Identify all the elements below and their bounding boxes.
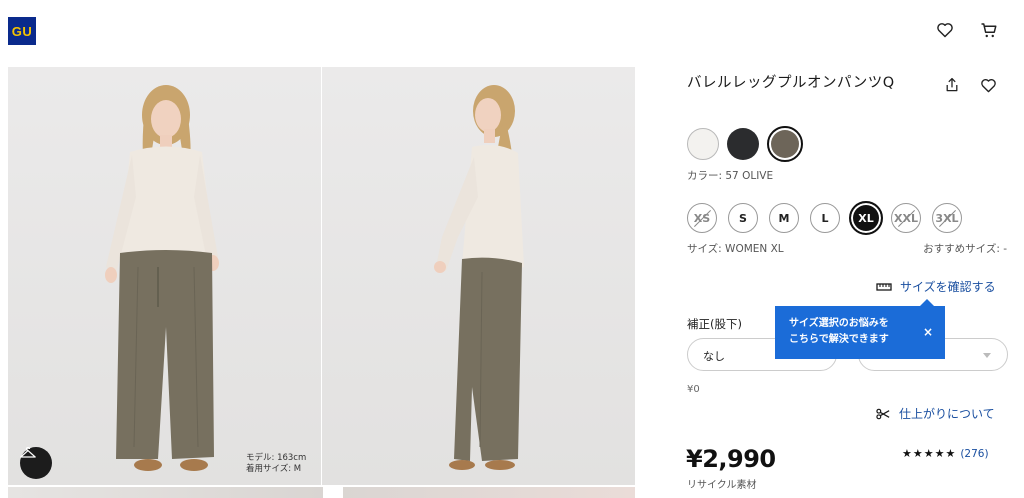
product-gallery[interactable]: モデル: 163cm 着用サイズ: M xyxy=(8,67,635,485)
hem-adjust-price: ¥0 xyxy=(687,384,700,395)
color-label: カラー: 57 OLIVE xyxy=(687,170,774,182)
color-swatch-black[interactable] xyxy=(727,128,759,160)
share-icon[interactable] xyxy=(942,75,962,95)
ruler-icon xyxy=(876,282,892,291)
heart-icon[interactable] xyxy=(934,19,956,41)
hanger-icon[interactable] xyxy=(20,447,52,479)
model-caption: モデル: 163cm 着用サイズ: M xyxy=(246,453,307,474)
favorite-icon[interactable] xyxy=(978,75,998,95)
finish-info-link[interactable]: 仕上がりについて xyxy=(876,405,995,422)
rating[interactable]: ★★★★★ (276) xyxy=(902,447,989,460)
scissors-icon xyxy=(876,408,890,419)
product-photo-front: モデル: 163cm 着用サイズ: M xyxy=(8,67,321,485)
size-option-xxl[interactable]: XXL xyxy=(891,203,921,233)
review-count[interactable]: (276) xyxy=(960,448,988,460)
gallery-next-row xyxy=(8,487,635,498)
cart-icon[interactable] xyxy=(978,19,1000,41)
size-option-s[interactable]: S xyxy=(728,203,758,233)
close-icon[interactable]: × xyxy=(923,324,933,340)
size-help-tooltip: サイズ選択のお悩みを こちらで解決できます × xyxy=(775,299,945,359)
size-check-link[interactable]: サイズを確認する xyxy=(876,278,996,295)
rating-stars: ★★★★★ xyxy=(902,447,957,460)
recommended-size-label: おすすめサイズ: - xyxy=(923,243,1007,255)
gu-logo[interactable]: GU xyxy=(8,17,36,45)
color-swatch-olive[interactable] xyxy=(767,126,803,162)
size-option-l[interactable]: L xyxy=(810,203,840,233)
recycle-label: リサイクル素材 xyxy=(687,480,757,491)
hem-adjust-label: 補正(股下) xyxy=(687,317,742,331)
product-photo-side xyxy=(322,67,635,485)
size-option-3xl[interactable]: 3XL xyxy=(932,203,962,233)
size-option-m[interactable]: M xyxy=(769,203,799,233)
chevron-down-icon xyxy=(983,353,991,358)
size-option-xl[interactable]: XL xyxy=(849,201,883,235)
color-swatch-white[interactable] xyxy=(687,128,719,160)
product-price: ¥2,990 xyxy=(686,445,776,473)
size-label: サイズ: WOMEN XL xyxy=(687,243,784,255)
size-option-xs[interactable]: XS xyxy=(687,203,717,233)
product-title: バレルレッグプルオンパンツQ xyxy=(687,75,895,91)
